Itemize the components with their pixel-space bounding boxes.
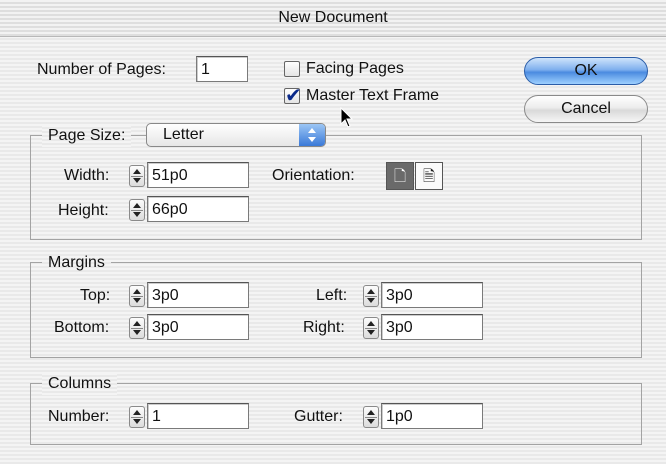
margins-group — [30, 262, 642, 358]
columns-title: Columns — [42, 373, 118, 395]
page-size-label: Page Size: — [42, 125, 132, 147]
ok-button[interactable]: OK — [524, 57, 648, 85]
portrait-orientation-button[interactable]: 🗋 — [386, 162, 414, 190]
number-of-pages-label: Number of Pages: — [37, 61, 166, 78]
margin-right-label: Right: — [303, 319, 345, 336]
facing-pages-checkbox[interactable] — [284, 61, 300, 77]
width-input[interactable]: 51p0 — [147, 162, 249, 188]
margins-title: Margins — [42, 252, 111, 274]
gutter-label: Gutter: — [294, 408, 343, 425]
margin-bottom-input[interactable]: 3p0 — [147, 314, 249, 340]
landscape-orientation-button[interactable]: 🗎 — [415, 162, 443, 190]
orientation-label: Orientation: — [272, 167, 355, 184]
gutter-input[interactable]: 1p0 — [381, 403, 483, 429]
margin-bottom-label: Bottom: — [54, 319, 110, 336]
margin-bottom-stepper[interactable] — [129, 317, 145, 339]
popup-arrows-icon — [299, 124, 325, 146]
portrait-page-icon: 🗋 — [393, 167, 407, 185]
facing-pages-label[interactable]: Facing Pages — [306, 55, 404, 83]
page-size-popup[interactable]: Letter — [146, 123, 326, 147]
width-stepper[interactable] — [129, 165, 145, 187]
page-size-selected: Letter — [163, 126, 204, 143]
window-titlebar[interactable]: New Document — [0, 0, 666, 37]
margin-left-label: Left: — [316, 287, 348, 304]
height-stepper[interactable] — [129, 199, 145, 221]
height-label: Height: — [58, 202, 109, 219]
height-input[interactable]: 66p0 — [147, 196, 249, 222]
cancel-button[interactable]: Cancel — [524, 95, 648, 123]
column-number-input[interactable]: 1 — [147, 403, 249, 429]
column-number-stepper[interactable] — [129, 406, 145, 428]
margin-right-input[interactable]: 3p0 — [381, 314, 483, 340]
column-number-label: Number: — [48, 408, 110, 425]
mouse-pointer-icon — [340, 107, 354, 128]
margin-right-stepper[interactable] — [363, 317, 379, 339]
window-title: New Document — [278, 9, 388, 26]
master-text-frame-checkbox[interactable] — [284, 83, 302, 107]
margin-left-input[interactable]: 3p0 — [381, 282, 483, 308]
margin-top-input[interactable]: 3p0 — [147, 282, 249, 308]
gutter-stepper[interactable] — [363, 406, 379, 428]
margin-top-stepper[interactable] — [129, 285, 145, 307]
width-label: Width: — [64, 167, 110, 184]
margin-left-stepper[interactable] — [363, 285, 379, 307]
master-text-frame-label[interactable]: Master Text Frame — [306, 82, 439, 110]
margin-top-label: Top: — [80, 287, 111, 304]
number-of-pages-input[interactable]: 1 — [196, 56, 248, 82]
landscape-page-icon: 🗎 — [422, 167, 436, 185]
